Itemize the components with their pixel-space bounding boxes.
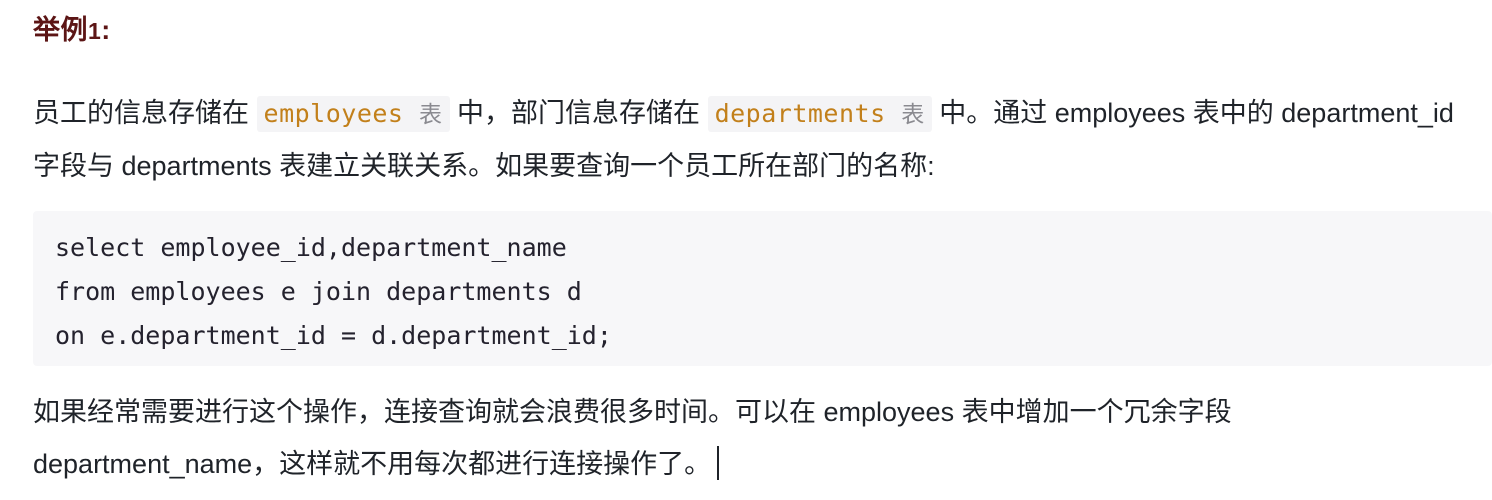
paragraph-intro-segment-2: 中，部门信息存储在 [449,98,708,128]
inline-code-departments-text: departments [714,99,886,128]
section-heading: 举例1: [33,12,111,49]
code-line: on e.department_id = d.department_id; [55,321,612,350]
text-caret [717,446,720,480]
code-line: from employees e join departments d [55,277,582,306]
paragraph-intro-segment-1: 员工的信息存储在 [33,98,257,128]
paragraph-intro: 员工的信息存储在 employees 表 中，部门信息存储在 departmen… [33,87,1473,192]
heading-colon: : [101,15,111,45]
heading-label: 举例 [33,15,88,45]
document-page: 举例1: 员工的信息存储在 employees 表 中，部门信息存储在 depa… [0,0,1492,500]
inline-code-employees-text: employees [263,99,404,128]
sql-code-block[interactable]: select employee_id,department_name from … [33,211,1492,366]
inline-code-departments-suffix: 表 [901,101,925,127]
code-line: select employee_id,department_name [55,233,567,262]
paragraph-conclusion: 如果经常需要进行这个操作，连接查询就会浪费很多时间。可以在 employees … [33,386,1473,490]
inline-code-employees: employees 表 [256,96,450,132]
heading-number: 1 [88,18,102,44]
inline-code-departments: departments 表 [707,96,932,132]
paragraph-conclusion-text: 如果经常需要进行这个操作，连接查询就会浪费很多时间。可以在 employees … [33,397,1240,479]
inline-code-employees-suffix: 表 [419,101,443,127]
